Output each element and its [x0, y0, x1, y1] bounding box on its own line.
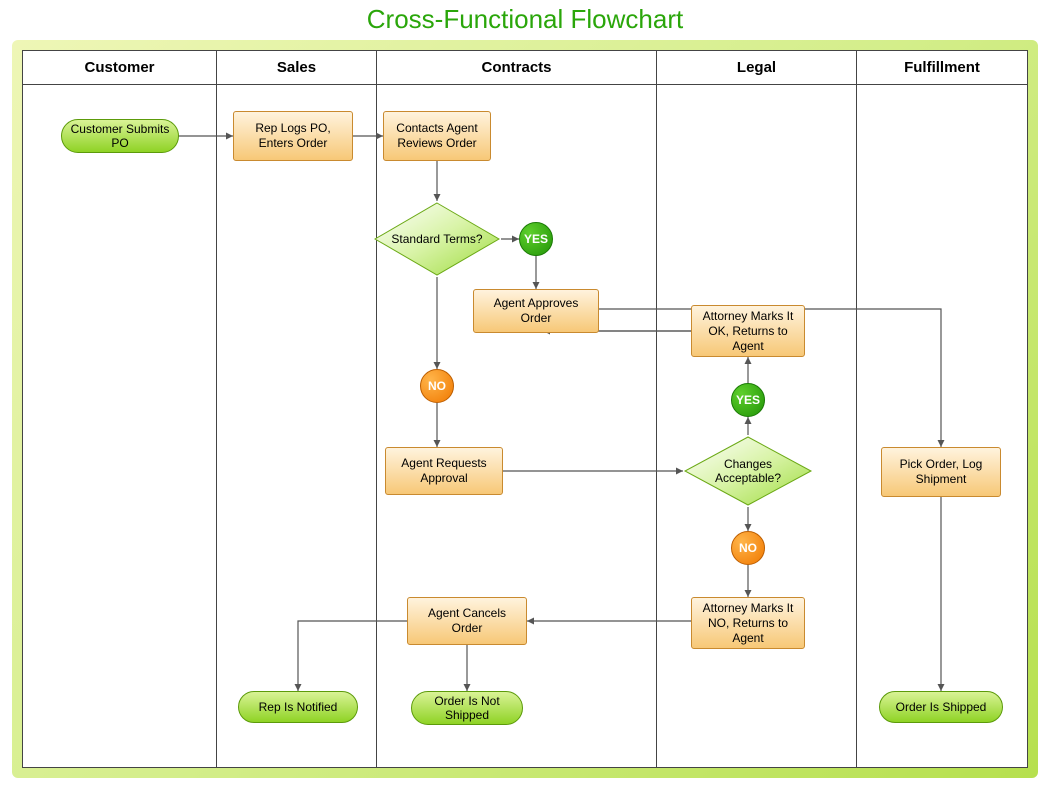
node-rep-is-notified: Rep Is Notified: [238, 691, 358, 723]
node-agent-approves-order: Agent Approves Order: [473, 289, 599, 333]
branch-no-changes-acceptable: NO: [731, 531, 765, 565]
decision-label-standard-terms: Standard Terms?: [373, 201, 501, 277]
branch-yes-standard-terms: YES: [519, 222, 553, 256]
node-order-not-shipped: Order Is Not Shipped: [411, 691, 523, 725]
node-rep-logs-po: Rep Logs PO, Enters Order: [233, 111, 353, 161]
lane-header-customer: Customer: [23, 51, 216, 85]
lane-header-contracts: Contracts: [376, 51, 656, 85]
node-customer-submits-po: Customer Submits PO: [61, 119, 179, 153]
lane-header-fulfillment: Fulfillment: [856, 51, 1027, 85]
page-title: Cross-Functional Flowchart: [0, 4, 1050, 35]
diagram-root: Cross-Functional Flowchart Customer Sale…: [0, 0, 1050, 790]
arrows-layer: [23, 51, 1027, 767]
node-attorney-ok: Attorney Marks It OK, Returns to Agent: [691, 305, 805, 357]
node-agent-requests-approval: Agent Requests Approval: [385, 447, 503, 495]
node-pick-order-log-shipment: Pick Order, Log Shipment: [881, 447, 1001, 497]
node-order-is-shipped: Order Is Shipped: [879, 691, 1003, 723]
node-contacts-agent-reviews: Contacts Agent Reviews Order: [383, 111, 491, 161]
node-agent-cancels-order: Agent Cancels Order: [407, 597, 527, 645]
lane-header-sales: Sales: [216, 51, 376, 85]
node-attorney-no: Attorney Marks It NO, Returns to Agent: [691, 597, 805, 649]
branch-no-standard-terms: NO: [420, 369, 454, 403]
decision-label-changes-acceptable: Changes Acceptable?: [683, 435, 813, 507]
branch-yes-changes-acceptable: YES: [731, 383, 765, 417]
node-standard-terms: Standard Terms?: [373, 201, 501, 277]
swimlane-area: Customer Sales Contracts Legal Fulfillme…: [22, 50, 1028, 768]
lane-header-legal: Legal: [656, 51, 856, 85]
node-changes-acceptable: Changes Acceptable?: [683, 435, 813, 507]
